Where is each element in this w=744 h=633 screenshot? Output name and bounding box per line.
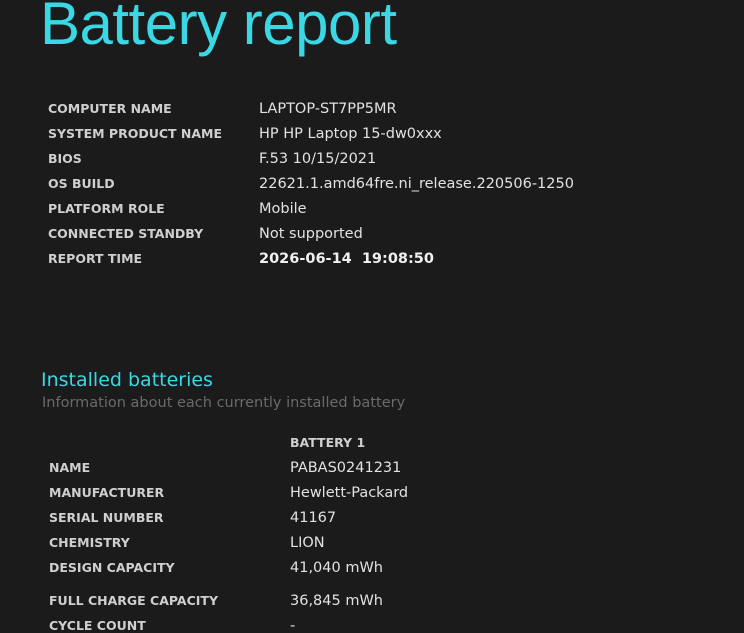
info-value: HP HP Laptop 15-dw0xxx	[259, 125, 442, 142]
info-row-os-build: OS BUILD 22621.1.amd64fre.ni_release.220…	[48, 171, 574, 196]
info-row-connected-standby: CONNECTED STANDBY Not supported	[48, 221, 574, 246]
info-row-platform-role: PLATFORM ROLE Mobile	[48, 196, 574, 221]
battery-label: CHEMISTRY	[49, 535, 130, 550]
info-row-system-product-name: SYSTEM PRODUCT NAME HP HP Laptop 15-dw0x…	[48, 121, 574, 146]
battery-table-header: BATTERY 1	[49, 430, 408, 455]
battery-label: DESIGN CAPACITY	[49, 560, 175, 575]
info-row-report-time: REPORT TIME 2026-06-14 19:08:50	[48, 246, 574, 271]
info-row-bios: BIOS F.53 10/15/2021	[48, 146, 574, 171]
battery-label: FULL CHARGE CAPACITY	[49, 593, 218, 608]
battery-row-name: NAME PABAS0241231	[49, 455, 408, 480]
info-label: REPORT TIME	[48, 251, 143, 266]
battery-row-full-charge-capacity: FULL CHARGE CAPACITY 36,845 mWh	[49, 588, 408, 613]
battery-value: -	[290, 617, 296, 633]
battery-table: BATTERY 1 NAME PABAS0241231 MANUFACTURER…	[49, 430, 408, 633]
installed-batteries-subtitle: Information about each currently install…	[42, 395, 406, 411]
battery-value: 36,845 mWh	[290, 592, 383, 609]
info-row-computer-name: COMPUTER NAME LAPTOP-ST7PP5MR	[48, 96, 574, 121]
battery-label: NAME	[49, 460, 91, 475]
info-label: COMPUTER NAME	[48, 101, 172, 116]
battery-label: SERIAL NUMBER	[49, 510, 164, 525]
battery-value: 41,040 mWh	[290, 559, 383, 576]
info-label: BIOS	[48, 151, 82, 166]
installed-batteries-heading: Installed batteries	[41, 369, 213, 391]
page-title: Battery report	[40, 0, 397, 57]
info-label: PLATFORM ROLE	[48, 201, 165, 216]
info-label: OS BUILD	[48, 176, 115, 191]
battery-value: 41167	[290, 509, 337, 526]
battery-value: PABAS0241231	[290, 459, 402, 476]
battery-row-serial-number: SERIAL NUMBER 41167	[49, 505, 408, 530]
info-value: LAPTOP-ST7PP5MR	[259, 100, 397, 117]
battery-value: LION	[290, 534, 325, 551]
system-info-table: COMPUTER NAME LAPTOP-ST7PP5MR SYSTEM PRO…	[48, 96, 574, 271]
info-value: Not supported	[259, 225, 363, 242]
row-spacer	[49, 580, 408, 588]
info-label: CONNECTED STANDBY	[48, 226, 204, 241]
info-value: Mobile	[259, 200, 307, 217]
info-value: 22621.1.amd64fre.ni_release.220506-1250	[259, 175, 574, 192]
info-label: SYSTEM PRODUCT NAME	[48, 126, 223, 141]
battery-row-cycle-count: CYCLE COUNT -	[49, 613, 408, 633]
battery-column-header: BATTERY 1	[290, 435, 366, 450]
battery-row-design-capacity: DESIGN CAPACITY 41,040 mWh	[49, 555, 408, 580]
battery-value: Hewlett-Packard	[290, 484, 409, 501]
battery-row-manufacturer: MANUFACTURER Hewlett-Packard	[49, 480, 408, 505]
battery-label: MANUFACTURER	[49, 485, 165, 500]
info-value: F.53 10/15/2021	[259, 150, 377, 167]
battery-label: CYCLE COUNT	[49, 618, 146, 633]
battery-row-chemistry: CHEMISTRY LION	[49, 530, 408, 555]
report-time-value: 2026-06-14 19:08:50	[259, 250, 434, 267]
